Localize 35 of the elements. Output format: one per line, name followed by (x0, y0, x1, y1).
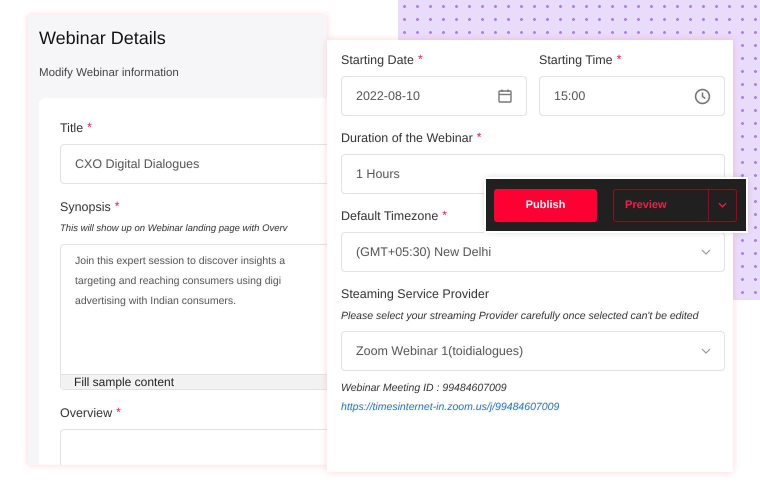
field-label: Steaming Service Provider (341, 286, 489, 302)
panel-subtitle: Modify Webinar information (39, 67, 180, 79)
required-mark: * (442, 208, 447, 222)
input-field[interactable] (60, 429, 327, 465)
hint-text: Please select your streaming Provider carefully once selected can't be edited (341, 309, 700, 324)
required-mark: * (476, 130, 482, 144)
chevron-down-icon (701, 249, 711, 255)
publish-button[interactable]: Publish (494, 188, 597, 222)
required-mark: * (116, 405, 121, 419)
required-mark: * (418, 52, 423, 66)
field-label: Default Timezone (341, 208, 438, 224)
fill-sample-button[interactable]: Fill sample content (61, 374, 327, 389)
field-label: Starting Date (341, 52, 414, 68)
calendar-icon (497, 88, 513, 104)
time-field[interactable]: 15:00 (539, 76, 725, 116)
field-label: Title (60, 120, 84, 136)
meeting-id-text: Webinar Meeting ID : 99484607009 (341, 382, 508, 394)
required-mark: * (114, 199, 120, 213)
field-label: Starting Time (539, 52, 613, 68)
meeting-link[interactable]: https://timesinternet-in.zoom.us/j/99484607009 (341, 401, 725, 413)
text-area-content: Join this expert session to discover insights a targeting and reaching consumers using digi advertising with Indian consumers. (74, 254, 286, 309)
field-label: Overview (60, 405, 112, 421)
date-field[interactable]: 2022-08-10 (341, 76, 527, 116)
input-field[interactable]: CXO Digital Dialogues (60, 144, 327, 184)
chevron-down-icon (701, 348, 711, 354)
required-mark: * (616, 52, 622, 66)
dropdown-field[interactable]: (GMT+05:30) New Delhi (341, 232, 725, 272)
dropdown-field[interactable]: Zoom Webinar 1(toidialogues) (341, 331, 725, 371)
field-label: Synopsis (60, 199, 111, 215)
hint-text: This will show up on Webinar landing page with Overv (60, 222, 289, 236)
field-label: Duration of the Webinar (341, 130, 473, 146)
panel-title: Webinar Details (39, 27, 167, 50)
clock-icon (694, 88, 711, 104)
chevron-down-icon (718, 202, 727, 208)
required-mark: * (87, 120, 92, 134)
